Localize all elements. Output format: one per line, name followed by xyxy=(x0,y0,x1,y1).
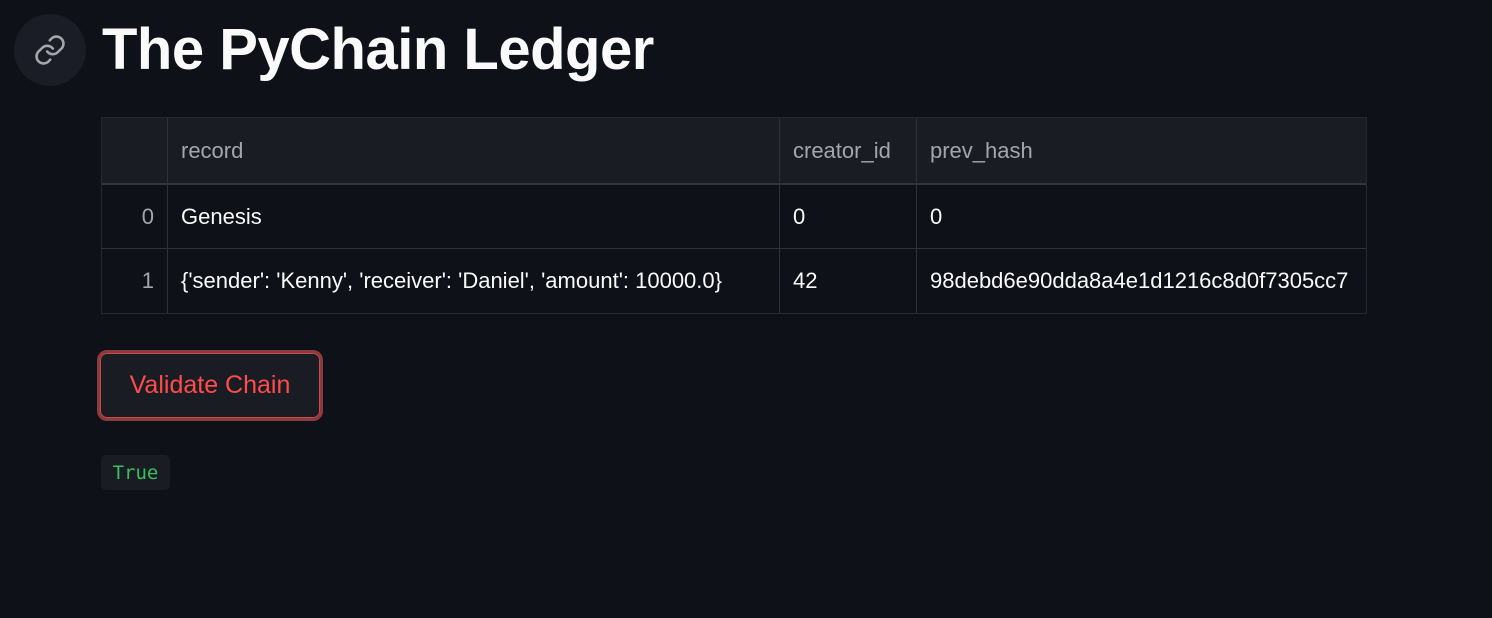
record-cell[interactable]: {'sender': 'Kenny', 'receiver': 'Daniel'… xyxy=(168,249,780,313)
row-index: 1 xyxy=(102,249,168,313)
column-header-prev-hash[interactable]: prev_hash xyxy=(917,118,1366,183)
anchor-link-button[interactable] xyxy=(14,14,86,86)
row-index: 0 xyxy=(102,185,168,248)
link-icon xyxy=(35,35,65,65)
validation-result: True xyxy=(101,455,170,490)
table-row: 0 Genesis 0 0 xyxy=(102,185,1366,249)
table-row: 1 {'sender': 'Kenny', 'receiver': 'Danie… xyxy=(102,249,1366,313)
record-cell[interactable]: Genesis xyxy=(168,185,780,248)
creator-id-cell[interactable]: 42 xyxy=(780,249,917,313)
prev-hash-cell[interactable]: 98debd6e90dda8a4e1d1216c8d0f7305cc7 xyxy=(917,249,1366,313)
column-header-creator-id[interactable]: creator_id xyxy=(780,118,917,183)
ledger-table[interactable]: record creator_id prev_hash 0 Genesis 0 … xyxy=(101,117,1367,314)
creator-id-cell[interactable]: 0 xyxy=(780,185,917,248)
prev-hash-cell[interactable]: 0 xyxy=(917,185,1366,248)
page-title: The PyChain Ledger xyxy=(102,17,654,82)
column-header-index[interactable] xyxy=(102,118,168,183)
table-header-row: record creator_id prev_hash xyxy=(102,118,1366,185)
validate-chain-button[interactable]: Validate Chain xyxy=(97,350,323,421)
column-header-record[interactable]: record xyxy=(168,118,780,183)
